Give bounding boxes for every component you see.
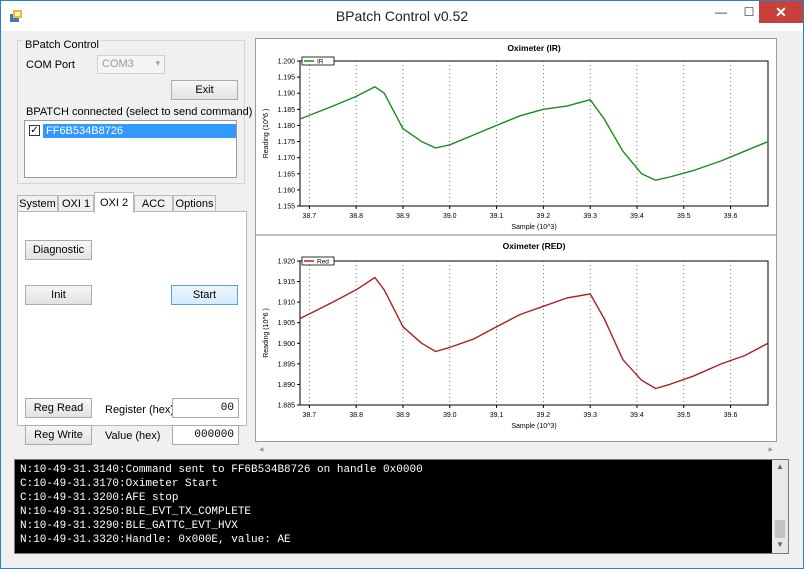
tab-system[interactable]: System: [17, 195, 58, 212]
x-tick-label: 39.4: [630, 213, 644, 220]
log-line: N:10-49-31.3250:BLE_EVT_TX_COMPLETE: [20, 506, 252, 518]
x-tick-label: 39.5: [677, 412, 691, 419]
legend-label: Red: [317, 259, 329, 266]
x-tick-label: 38.9: [396, 412, 410, 419]
y-tick-label: 1.915: [277, 279, 295, 286]
log-line: C:10-49-31.3170:Oximeter Start: [20, 478, 219, 490]
title-bar[interactable]: BPatch Control v0.52 — ☐ ✕: [1, 1, 803, 31]
y-tick-label: 1.170: [277, 155, 295, 162]
x-tick-label: 38.9: [396, 213, 410, 220]
chart-title: Oximeter (IR): [507, 43, 561, 53]
close-button[interactable]: ✕: [759, 1, 803, 23]
value-label: Value (hex): [105, 430, 161, 442]
scroll-up-icon[interactable]: ▲: [776, 462, 784, 471]
start-button[interactable]: Start: [171, 285, 238, 305]
exit-button[interactable]: Exit: [171, 80, 238, 100]
x-tick-label: 39.6: [724, 412, 738, 419]
tab-options[interactable]: Options: [173, 195, 216, 212]
legend-label: IR: [317, 59, 324, 66]
connected-label: BPATCH connected (select to send command…: [26, 106, 253, 118]
y-tick-label: 1.180: [277, 123, 295, 130]
log-line: N:10-49-31.3320:Handle: 0x000E, value: A…: [20, 534, 291, 546]
y-tick-label: 1.200: [277, 59, 295, 66]
tab-oxi-2[interactable]: OXI 2: [94, 192, 134, 213]
x-tick-label: 39.6: [724, 213, 738, 220]
scroll-down-icon[interactable]: ▼: [776, 540, 784, 549]
plot-frame: [299, 260, 769, 406]
device-list[interactable]: ✓ FF6B534B8726: [24, 120, 237, 178]
device-checkbox[interactable]: ✓: [29, 125, 40, 136]
y-tick-label: 1.900: [277, 341, 295, 348]
register-label: Register (hex): [105, 404, 175, 416]
x-tick-label: 39.3: [583, 412, 597, 419]
y-tick-label: 1.920: [277, 259, 295, 266]
log-line: C:10-49-31.3200:AFE stop: [20, 492, 179, 504]
reg-read-button[interactable]: Reg Read: [25, 398, 92, 418]
value-input[interactable]: 000000: [172, 425, 239, 445]
x-tick-label: 38.8: [349, 213, 363, 220]
x-tick-label: 38.8: [349, 412, 363, 419]
com-port-value: COM3: [102, 58, 134, 70]
plot-frame: [299, 60, 769, 207]
x-axis-label: Sample (10^3): [511, 423, 556, 430]
tab-oxi-1[interactable]: OXI 1: [58, 195, 94, 212]
tab-acc[interactable]: ACC: [134, 195, 173, 212]
com-port-label: COM Port: [26, 59, 75, 71]
log-line: N:10-49-31.3290:BLE_GATTC_EVT_HVX: [20, 520, 238, 532]
log-vscrollbar[interactable]: ▲ ▼: [772, 460, 788, 553]
application-window: BPatch Control v0.52 — ☐ ✕ BPatch Contro…: [0, 0, 804, 569]
y-tick-label: 1.895: [277, 361, 295, 368]
x-tick-label: 38.7: [303, 412, 317, 419]
com-port-select[interactable]: COM3 ▾: [97, 55, 165, 74]
x-tick-label: 39.0: [443, 213, 457, 220]
register-input[interactable]: 00: [172, 398, 239, 418]
chevron-down-icon[interactable]: ▾: [155, 58, 160, 69]
device-name: FF6B534B8726: [43, 123, 236, 138]
y-tick-label: 1.160: [277, 187, 295, 194]
chart-area: Oximeter (IR) 38.7 38.8 38.9 39.0 39.1 39.2 39.…: [255, 38, 777, 442]
x-tick-label: 39.1: [490, 412, 504, 419]
x-tick-label: 39.1: [490, 213, 504, 220]
log-scroll-thumb[interactable]: [775, 520, 785, 538]
log-line: N:10-49-31.3140:Command sent to FF6B534B…: [20, 464, 423, 476]
window-title: BPatch Control v0.52: [335, 8, 469, 24]
client-area: BPatch Control COM Port COM3 ▾ Exit BPAT…: [1, 31, 803, 568]
x-tick-label: 38.7: [303, 213, 317, 220]
reg-write-button[interactable]: Reg Write: [25, 425, 92, 445]
x-tick-label: 39.2: [537, 412, 551, 419]
chart-title: Oximeter (RED): [503, 241, 566, 251]
y-tick-label: 1.175: [277, 139, 295, 146]
x-tick-label: 39.5: [677, 213, 691, 220]
chart-hscrollbar[interactable]: ◂ ▸: [255, 443, 777, 457]
y-tick-label: 1.195: [277, 75, 295, 82]
bpatch-control-legend: BPatch Control: [23, 39, 101, 51]
log-console[interactable]: N:10-49-31.3140:Command sent to FF6B534B…: [14, 459, 789, 554]
diagnostic-button[interactable]: Diagnostic: [25, 240, 92, 260]
y-tick-label: 1.910: [277, 300, 295, 307]
y-axis-label: Reading (10^6 ): [263, 109, 270, 159]
init-button[interactable]: Init: [25, 285, 92, 305]
device-list-item[interactable]: ✓ FF6B534B8726: [27, 123, 236, 138]
y-tick-label: 1.890: [277, 382, 295, 389]
scroll-right-icon[interactable]: ▸: [768, 444, 773, 455]
y-tick-label: 1.155: [277, 204, 295, 211]
y-tick-label: 1.905: [277, 320, 295, 327]
y-tick-label: 1.190: [277, 91, 295, 98]
minimize-button[interactable]: —: [707, 1, 735, 23]
y-tick-label: 1.885: [277, 403, 295, 410]
y-tick-label: 1.185: [277, 107, 295, 114]
charts-svg: Oximeter (IR) 38.7 38.8 38.9 39.0 39.1 39.2 39.…: [256, 43, 776, 430]
tab-strip: System OXI 1 OXI 2 ACC Options: [17, 192, 247, 213]
x-tick-label: 39.4: [630, 412, 644, 419]
scroll-left-icon[interactable]: ◂: [259, 444, 264, 455]
x-tick-label: 39.0: [443, 412, 457, 419]
x-axis-label: Sample (10^3): [511, 224, 556, 231]
y-tick-label: 1.165: [277, 171, 295, 178]
x-tick-label: 39.2: [537, 213, 551, 220]
y-axis-label: Reading (10^6 ): [263, 308, 270, 358]
x-tick-label: 39.3: [583, 213, 597, 220]
